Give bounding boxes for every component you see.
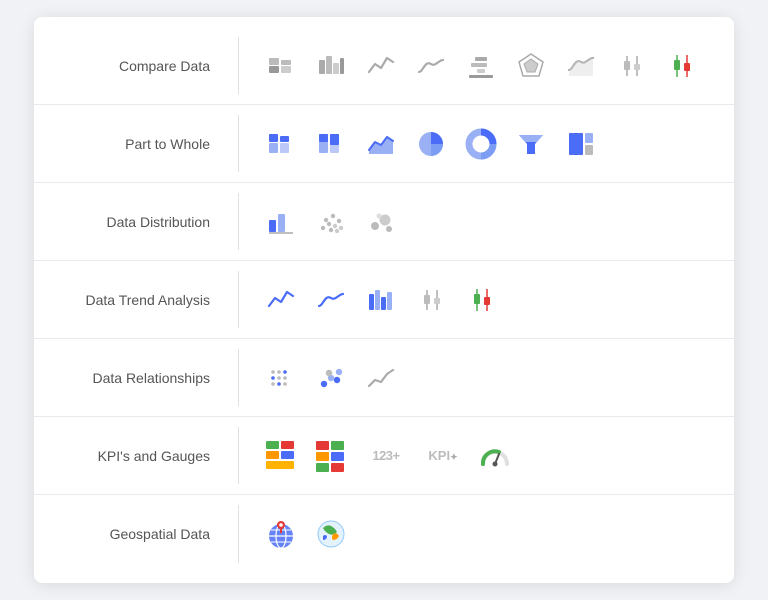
label-geospatial: Geospatial Data [34, 526, 234, 542]
icon-candlestick-gray[interactable] [611, 46, 651, 86]
icon-bubble-chart[interactable] [361, 202, 401, 242]
icon-pie-chart[interactable] [411, 124, 451, 164]
icons-geospatial [243, 514, 369, 554]
chart-types-card: Compare Data [34, 17, 734, 583]
row-kpis: KPI's and Gauges [34, 417, 734, 495]
icon-histogram[interactable] [261, 202, 301, 242]
row-compare-data: Compare Data [34, 27, 734, 105]
icon-scatter-small[interactable] [311, 202, 351, 242]
icons-part-to-whole [243, 124, 619, 164]
icon-dot-matrix[interactable] [261, 358, 301, 398]
icon-globe-pin[interactable] [261, 514, 301, 554]
label-kpis: KPI's and Gauges [34, 448, 234, 464]
row-data-trend: Data Trend Analysis [34, 261, 734, 339]
icon-treemap[interactable] [561, 124, 601, 164]
icon-scatter-blue[interactable] [311, 358, 351, 398]
icons-data-trend [243, 280, 519, 320]
icon-kpi-stacked[interactable] [311, 436, 351, 476]
icon-bar-trend[interactable] [361, 280, 401, 320]
icon-kpi-text[interactable]: KPI✦ [421, 436, 465, 476]
icons-data-distribution [243, 202, 419, 242]
icon-100-stacked-bar[interactable] [311, 124, 351, 164]
icon-gauge[interactable] [475, 436, 515, 476]
icon-smooth-blue[interactable] [311, 280, 351, 320]
icon-line-blue[interactable] [261, 280, 301, 320]
icon-candlestick-gray2[interactable] [411, 280, 451, 320]
icon-stacked-bar-blue[interactable] [261, 124, 301, 164]
icon-diverging-bar[interactable] [461, 46, 501, 86]
icon-globe-regions[interactable] [311, 514, 351, 554]
icons-kpis: 123+ KPI✦ [243, 436, 533, 476]
row-data-relationships: Data Relationships [34, 339, 734, 417]
icon-line-trend[interactable] [361, 358, 401, 398]
icon-smooth-line[interactable] [411, 46, 451, 86]
row-geospatial: Geospatial Data [34, 495, 734, 573]
label-part-to-whole: Part to Whole [34, 136, 234, 152]
icon-kpi-tiles[interactable] [261, 436, 301, 476]
label-compare-data: Compare Data [34, 58, 234, 74]
icon-area-blue[interactable] [361, 124, 401, 164]
label-data-trend: Data Trend Analysis [34, 292, 234, 308]
row-data-distribution: Data Distribution [34, 183, 734, 261]
icons-data-relationships [243, 358, 419, 398]
icon-line-chart[interactable] [361, 46, 401, 86]
icon-candlestick-color[interactable] [661, 46, 701, 86]
label-data-relationships: Data Relationships [34, 370, 234, 386]
icon-donut-chart[interactable] [461, 124, 501, 164]
icon-stacked-bar[interactable] [261, 46, 301, 86]
row-part-to-whole: Part to Whole [34, 105, 734, 183]
icon-kpi-number[interactable]: 123+ [361, 436, 411, 476]
icon-radar[interactable] [511, 46, 551, 86]
icon-grouped-bar[interactable] [311, 46, 351, 86]
icon-area-chart[interactable] [561, 46, 601, 86]
label-data-distribution: Data Distribution [34, 214, 234, 230]
icon-funnel[interactable] [511, 124, 551, 164]
icon-candlestick-color2[interactable] [461, 280, 501, 320]
icons-compare-data [243, 46, 719, 86]
